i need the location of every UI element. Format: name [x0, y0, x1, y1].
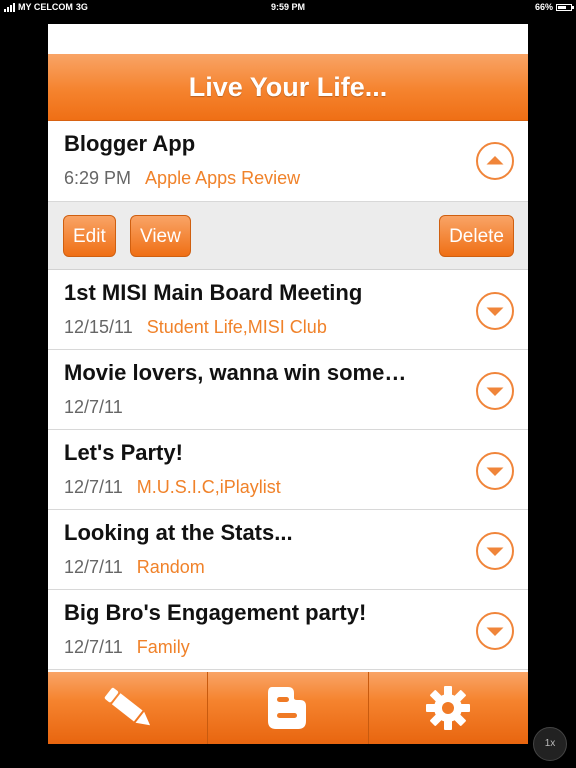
post-row[interactable]: 1st MISI Main Board Meeting 12/15/11 Stud…: [48, 270, 528, 350]
post-date: 6:29 PM: [64, 168, 132, 188]
post-category: Family: [136, 637, 190, 657]
expand-chevron-down-icon[interactable]: [476, 292, 514, 330]
tab-bar: [48, 672, 528, 744]
status-time: 9:59 PM: [270, 2, 305, 12]
post-title: 1st MISI Main Board Meeting: [64, 280, 363, 305]
battery-icon: [556, 3, 574, 11]
navigation-bar: Live Your Life...: [48, 54, 528, 121]
expand-chevron-down-icon[interactable]: [476, 372, 514, 410]
delete-button[interactable]: Delete: [439, 215, 514, 257]
post-date: 12/7/11: [64, 557, 123, 577]
post-meta: 12/7/11 Family: [64, 637, 190, 658]
battery-label: 66%: [534, 2, 553, 12]
expand-chevron-down-icon[interactable]: [476, 612, 514, 650]
post-date: 12/7/11: [64, 477, 123, 497]
post-meta: 6:29 PM Apple Apps Review: [64, 168, 300, 189]
post-meta: 12/7/11 Random: [64, 557, 205, 578]
post-category: Random: [136, 557, 205, 577]
tab-settings[interactable]: [367, 672, 528, 744]
nav-title: Live Your Life...: [188, 71, 388, 102]
expanded-post-row[interactable]: Blogger App 6:29 PM Apple Apps Review: [48, 121, 528, 202]
tab-new-post[interactable]: [48, 672, 207, 744]
collapse-chevron-up-icon[interactable]: [476, 142, 514, 180]
gear-icon: [426, 686, 471, 730]
post-title: Looking at the Stats...: [64, 520, 293, 545]
post-category: Apple Apps Review: [145, 168, 301, 188]
battery-fill: [558, 5, 566, 9]
view-button[interactable]: View: [130, 215, 191, 257]
top-strip: [48, 24, 528, 54]
blogger-icon: [267, 687, 306, 729]
post-category: Student Life,MISI Club: [146, 317, 327, 337]
expand-chevron-down-icon[interactable]: [476, 532, 514, 570]
post-date: 12/15/11: [64, 317, 133, 337]
post-row[interactable]: Big Bro's Engagement party! 12/7/11 Famil…: [48, 590, 528, 670]
status-right: 66%: [534, 0, 574, 14]
zoom-button[interactable]: 1x: [533, 727, 567, 761]
post-date: 12/7/11: [64, 397, 123, 417]
post-title: Movie lovers, wanna win some…: [64, 360, 407, 385]
post-meta: 12/7/11: [64, 397, 137, 418]
edit-button[interactable]: Edit: [63, 215, 116, 257]
post-title: Let's Party!: [64, 440, 183, 465]
pencil-icon: [104, 687, 150, 726]
post-row[interactable]: Let's Party! 12/7/11 M.U.S.I.C,iPlaylist: [48, 430, 528, 510]
expand-chevron-down-icon[interactable]: [476, 452, 514, 490]
post-meta: 12/7/11 M.U.S.I.C,iPlaylist: [64, 477, 281, 498]
status-bar: MY CELCOM 3G 9:59 PM 66%: [0, 0, 576, 14]
post-actions-bar: Edit View Delete: [48, 202, 528, 270]
post-category: M.U.S.I.C,iPlaylist: [136, 477, 281, 497]
post-title: Big Bro's Engagement party!: [64, 600, 367, 625]
post-list: 1st MISI Main Board Meeting 12/15/11 Stud…: [48, 270, 528, 670]
post-row[interactable]: Movie lovers, wanna win some… 12/7/11: [48, 350, 528, 430]
post-meta: 12/15/11 Student Life,MISI Club: [64, 317, 327, 338]
tab-blogger[interactable]: [207, 672, 367, 744]
post-title: Blogger App: [64, 131, 196, 156]
post-row[interactable]: Looking at the Stats... 12/7/11 Random: [48, 510, 528, 590]
app-window: Live Your Life... Blogger App 6:29 PM App…: [48, 24, 528, 744]
post-date: 12/7/11: [64, 637, 123, 657]
